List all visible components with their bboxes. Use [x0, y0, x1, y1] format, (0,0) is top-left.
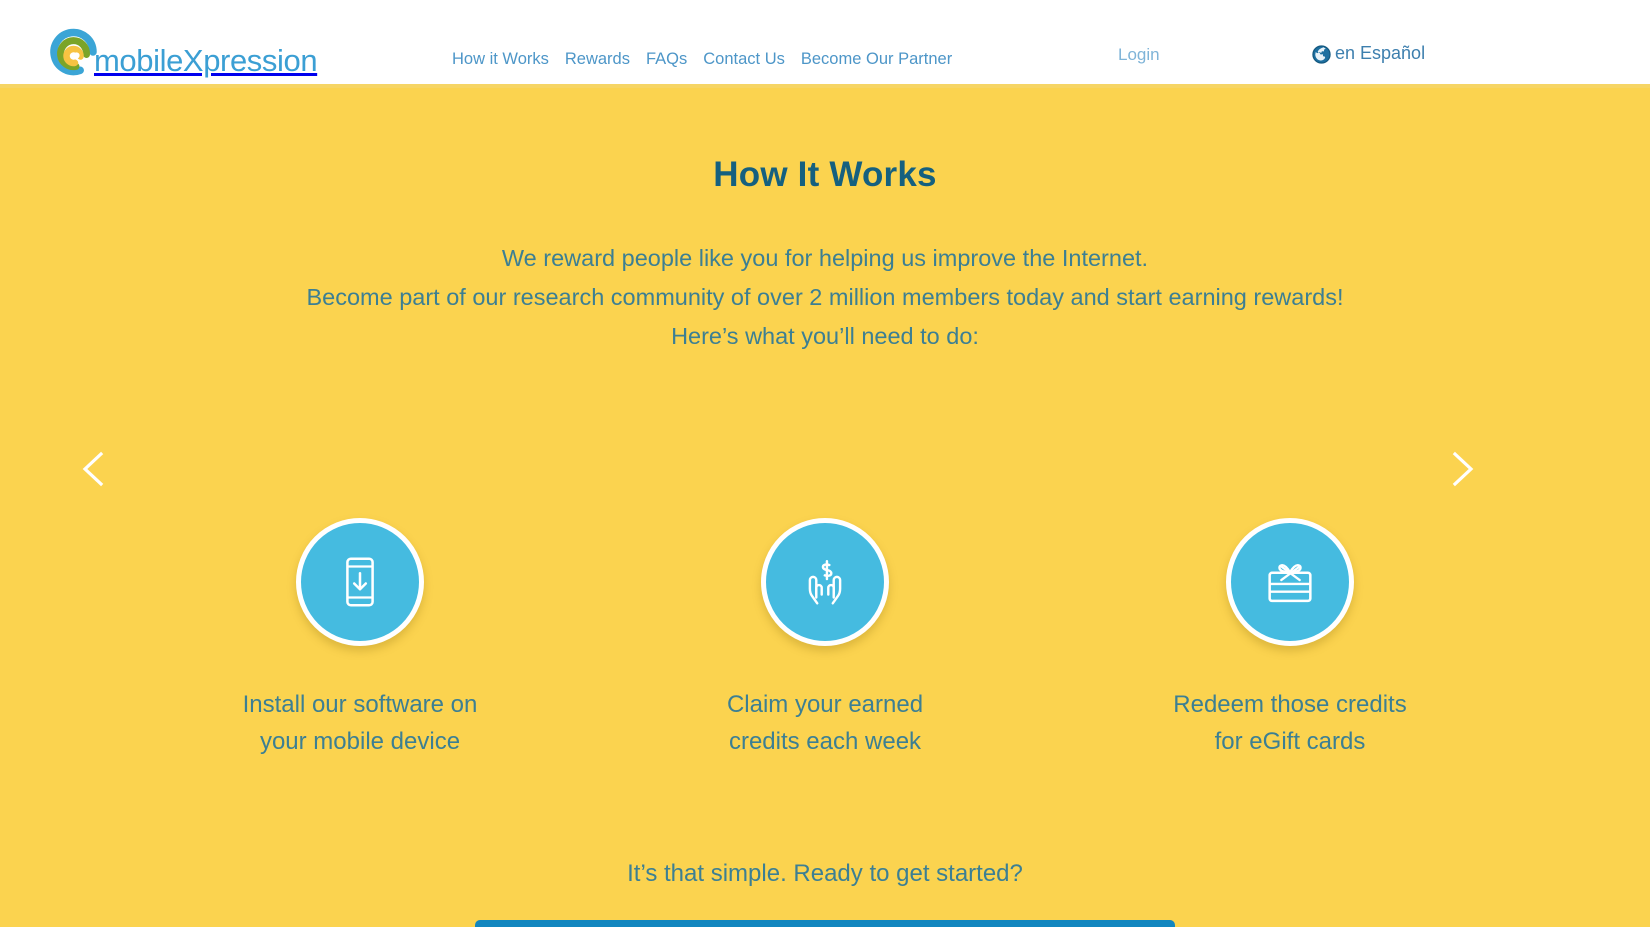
nav-item-become-our-partner[interactable]: Become Our Partner — [801, 50, 952, 69]
nav-item-rewards[interactable]: Rewards — [565, 50, 630, 69]
site-header: mobileXpression How it Works Rewards FAQ… — [0, 0, 1650, 88]
step-claim-credits: Claim your earned credits each week — [593, 518, 1058, 760]
how-it-works-hero: How It Works We reward people like you f… — [0, 88, 1650, 927]
nav-item-how-it-works[interactable]: How it Works — [452, 50, 549, 69]
step-icon-circle — [761, 518, 889, 646]
steps-carousel: Install our software on your mobile devi… — [0, 518, 1650, 760]
hero-copy-line-3: Here’s what you’ll need to do: — [671, 323, 979, 349]
language-label: en Español — [1335, 43, 1426, 63]
step-install-software: Install our software on your mobile devi… — [128, 518, 593, 760]
carousel-prev-button[interactable] — [72, 446, 118, 492]
step-icon-circle — [296, 518, 424, 646]
step-redeem-credits: Redeem those credits for eGift cards — [1058, 518, 1523, 760]
hands-holding-money-icon — [794, 551, 856, 613]
main-navigation: How it Works Rewards FAQs Contact Us Bec… — [452, 50, 952, 69]
carousel-next-button[interactable] — [1438, 446, 1484, 492]
mobile-download-icon — [329, 551, 391, 613]
step-label: Claim your earned credits each week — [726, 691, 924, 755]
site-logo[interactable]: mobileXpression — [46, 8, 325, 78]
language-switcher[interactable]: en Español — [1312, 43, 1425, 64]
hero-copy-line-1: We reward people like you for helping us… — [501, 245, 1149, 271]
step-label: Redeem those credits for eGift cards — [1173, 691, 1407, 755]
step-label: Install our software on your mobile devi… — [242, 691, 478, 755]
chevron-left-icon — [72, 446, 118, 492]
nav-item-faqs[interactable]: FAQs — [646, 50, 687, 69]
chevron-right-icon — [1438, 446, 1484, 492]
cta-prompt: It’s that simple. Ready to get started? — [627, 860, 1023, 887]
join-now-button[interactable]: JOIN NOW! — [475, 920, 1175, 927]
globe-icon — [1312, 45, 1331, 64]
hero-description: We reward people like you for helping us… — [0, 239, 1650, 356]
hero-copy-line-2: Become part of our research community of… — [306, 284, 1344, 310]
login-link[interactable]: Login — [1118, 45, 1160, 65]
gift-card-icon — [1259, 551, 1321, 613]
logo-wordmark: mobileXpression — [94, 43, 318, 78]
step-icon-circle — [1226, 518, 1354, 646]
page-title: How It Works — [713, 155, 937, 194]
nav-item-contact-us[interactable]: Contact Us — [703, 50, 785, 69]
